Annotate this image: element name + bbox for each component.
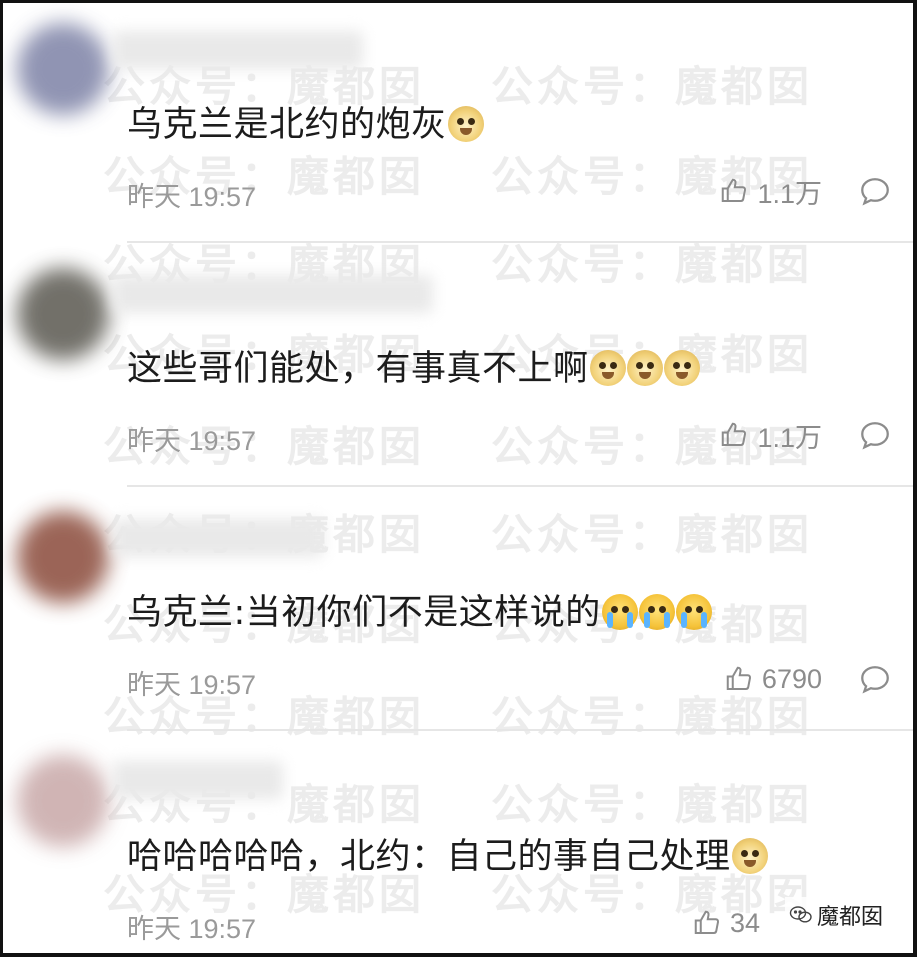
avatar[interactable] [17,268,109,360]
like-button[interactable]: 34 [692,905,760,941]
like-button[interactable]: 6790 [724,661,822,697]
thumbs-up-icon [722,178,747,202]
username-blurred[interactable] [113,519,323,557]
like-button[interactable]: 1.1万 [719,173,822,209]
avatar[interactable] [17,511,109,603]
divider [127,729,913,731]
comment-text: 这些哥们能处，有事真不上啊 [127,347,700,391]
comment-text: 乌克兰是北约的炮灰 [127,103,484,147]
crying-emoji-icon [638,594,675,630]
thumbs-up-icon [726,666,751,690]
comment-time: 昨天 19:57 [127,426,257,456]
divider [127,485,913,487]
comment-time: 昨天 19:57 [127,670,257,700]
like-count: 6790 [761,663,822,694]
comment-time: 昨天 19:57 [127,914,257,944]
like-count: 1.1万 [757,422,822,453]
avatar[interactable] [17,23,109,115]
reply-bubble-icon[interactable] [858,175,892,209]
thumbs-up-icon [722,422,747,446]
doge-emoji-icon [447,106,484,142]
comment-text: 乌克兰:当初你们不是这样说的 [127,591,712,635]
username-blurred[interactable] [113,275,433,313]
comment-text-body: 乌克兰:当初你们不是这样说的 [127,593,601,633]
comment-list: 乌克兰是北约的炮灰 昨天 19:57 1.1万 这些哥们能处，有事真不上啊 昨天… [3,3,913,953]
avatar[interactable] [17,755,109,847]
crying-emoji-icon [601,594,638,630]
comment-text-body: 哈哈哈哈哈，北约：自己的事自己处理 [127,837,731,877]
like-count: 1.1万 [757,178,822,209]
username-blurred[interactable] [113,31,363,69]
divider [127,241,913,243]
thumbs-up-icon [694,910,719,934]
comment-text-body: 乌克兰是北约的炮灰 [127,105,447,145]
reply-bubble-icon[interactable] [858,419,892,453]
comment-text: 哈哈哈哈哈，北约：自己的事自己处理 [127,835,768,879]
doge-emoji-icon [589,350,626,386]
doge-emoji-icon [731,838,768,874]
like-count: 34 [729,907,760,938]
comment-screenshot: 公众号：魔都囡 公众号：魔都囡 公众号：魔都囡 公众号：魔都囡 公众号：魔都囡 … [0,0,917,957]
doge-emoji-icon [626,350,663,386]
comment-text-body: 这些哥们能处，有事真不上啊 [127,349,589,389]
comment-time: 昨天 19:57 [127,182,257,212]
doge-emoji-icon [663,350,700,386]
like-button[interactable]: 1.1万 [719,417,822,453]
crying-emoji-icon [675,594,712,630]
reply-bubble-icon[interactable] [858,663,892,697]
username-blurred[interactable] [113,761,283,799]
